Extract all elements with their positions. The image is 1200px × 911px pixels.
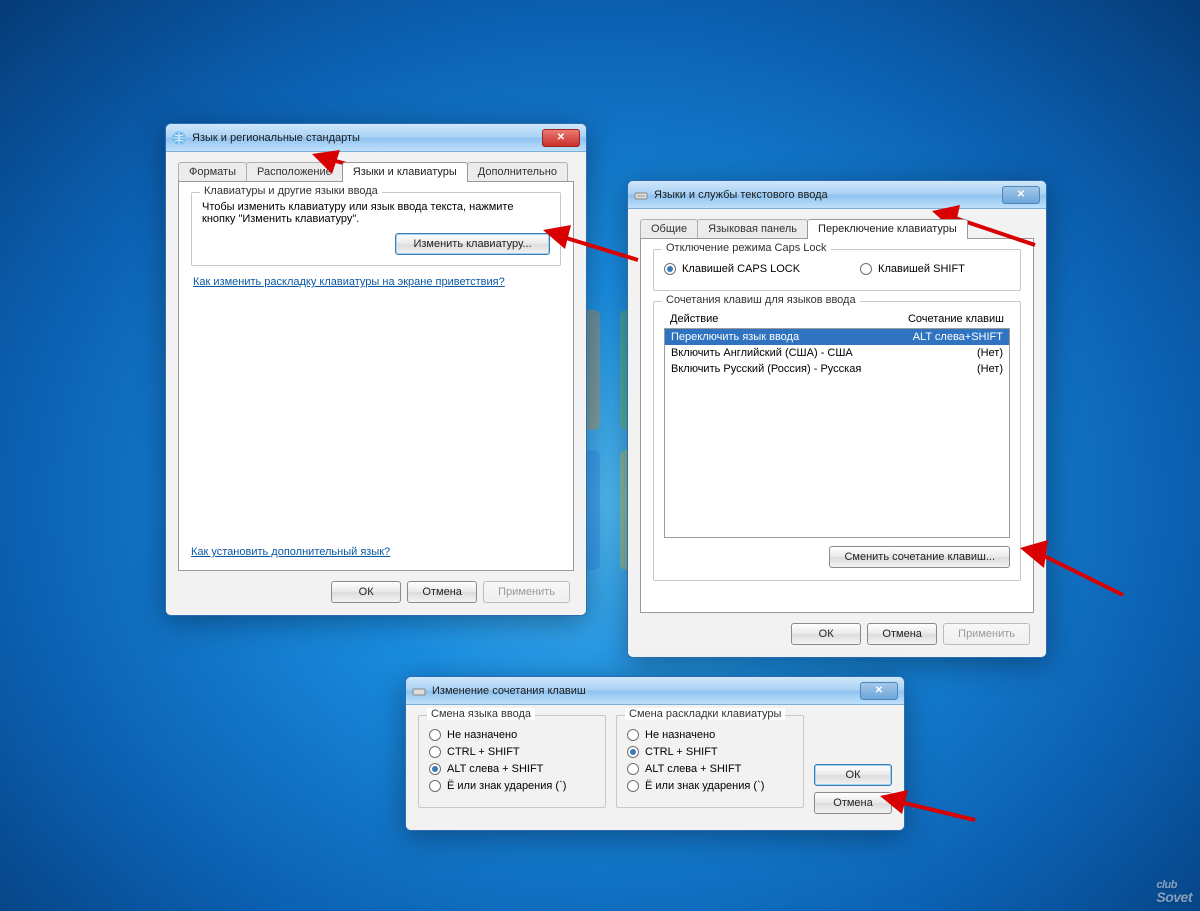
radio-right-none[interactable]: Не назначено — [627, 729, 793, 741]
window-region-language: Язык и региональные стандарты ✕ Форматы … — [165, 123, 587, 616]
cancel-button[interactable]: Отмена — [814, 792, 892, 814]
right-legend: Смена раскладки клавиатуры — [625, 708, 785, 720]
tab-formats[interactable]: Форматы — [178, 162, 247, 182]
keyboard-icon — [634, 188, 648, 202]
radio-right-grave[interactable]: Ё или знак ударения (`) — [627, 780, 793, 792]
cancel-button[interactable]: Отмена — [407, 581, 477, 603]
hotkeys-legend: Сочетания клавиш для языков ввода — [662, 294, 860, 306]
change-keyboard-button[interactable]: Изменить клавиатуру... — [395, 233, 550, 255]
tab-keyboard-switch[interactable]: Переключение клавиатуры — [807, 219, 968, 239]
tab-languages-keyboards[interactable]: Языки и клавиатуры — [342, 162, 468, 182]
col-action: Действие — [670, 313, 908, 325]
window-title: Языки и службы текстового ввода — [654, 189, 828, 201]
watermark: clubSovet — [1156, 865, 1192, 905]
list-row: Включить Русский (Россия) - Русская(Нет) — [665, 361, 1009, 377]
titlebar[interactable]: Изменение сочетания клавиш ✕ — [406, 677, 904, 705]
left-legend: Смена языка ввода — [427, 708, 535, 720]
radio-right-ctrl[interactable]: CTRL + SHIFT — [627, 746, 793, 758]
cancel-button[interactable]: Отмена — [867, 623, 937, 645]
tab-language-bar[interactable]: Языковая панель — [697, 219, 808, 239]
window-title: Изменение сочетания клавиш — [432, 685, 586, 697]
titlebar[interactable]: Языки и службы текстового ввода ✕ — [628, 181, 1046, 209]
tab-advanced[interactable]: Дополнительно — [467, 162, 568, 182]
apply-button[interactable]: Применить — [483, 581, 570, 603]
window-title: Язык и региональные стандарты — [192, 132, 360, 144]
list-row: Включить Английский (США) - США(Нет) — [665, 345, 1009, 361]
radio-right-alt[interactable]: ALT слева + SHIFT — [627, 763, 793, 775]
ok-button[interactable]: ОК — [791, 623, 861, 645]
radio-left-grave[interactable]: Ё или знак ударения (`) — [429, 780, 595, 792]
change-hotkey-button[interactable]: Сменить сочетание клавиш... — [829, 546, 1010, 568]
list-row: Переключить язык вводаALT слева+SHIFT — [665, 329, 1009, 345]
apply-button[interactable]: Применить — [943, 623, 1030, 645]
radio-left-none[interactable]: Не назначено — [429, 729, 595, 741]
titlebar[interactable]: Язык и региональные стандарты ✕ — [166, 124, 586, 152]
close-button[interactable]: ✕ — [542, 129, 580, 147]
ok-button[interactable]: ОК — [814, 764, 892, 786]
close-button[interactable]: ✕ — [860, 682, 898, 700]
tab-strip: Форматы Расположение Языки и клавиатуры … — [178, 162, 574, 182]
radio-left-ctrl[interactable]: CTRL + SHIFT — [429, 746, 595, 758]
tab-strip: Общие Языковая панель Переключение клави… — [640, 219, 1034, 239]
radio-left-alt[interactable]: ALT слева + SHIFT — [429, 763, 595, 775]
tab-general[interactable]: Общие — [640, 219, 698, 239]
group-legend: Клавиатуры и другие языки ввода — [200, 185, 382, 197]
hotkey-list[interactable]: Переключить язык вводаALT слева+SHIFT Вк… — [664, 328, 1010, 538]
ok-button[interactable]: ОК — [331, 581, 401, 603]
keyboard-icon — [412, 684, 426, 698]
group-description: Чтобы изменить клавиатуру или язык ввода… — [202, 201, 550, 225]
tab-location[interactable]: Расположение — [246, 162, 343, 182]
close-button[interactable]: ✕ — [1002, 186, 1040, 204]
window-text-services: Языки и службы текстового ввода ✕ Общие … — [627, 180, 1047, 658]
col-combo: Сочетание клавиш — [908, 313, 1004, 325]
window-change-hotkey: Изменение сочетания клавиш ✕ Смена языка… — [405, 676, 905, 831]
radio-capslock[interactable]: Клавишей CAPS LOCK — [664, 263, 800, 275]
link-install-language[interactable]: Как установить дополнительный язык? — [191, 546, 390, 558]
globe-icon — [172, 131, 186, 145]
capslock-legend: Отключение режима Caps Lock — [662, 242, 831, 254]
link-welcome-layout[interactable]: Как изменить раскладку клавиатуры на экр… — [193, 276, 505, 288]
radio-shift[interactable]: Клавишей SHIFT — [860, 263, 965, 275]
